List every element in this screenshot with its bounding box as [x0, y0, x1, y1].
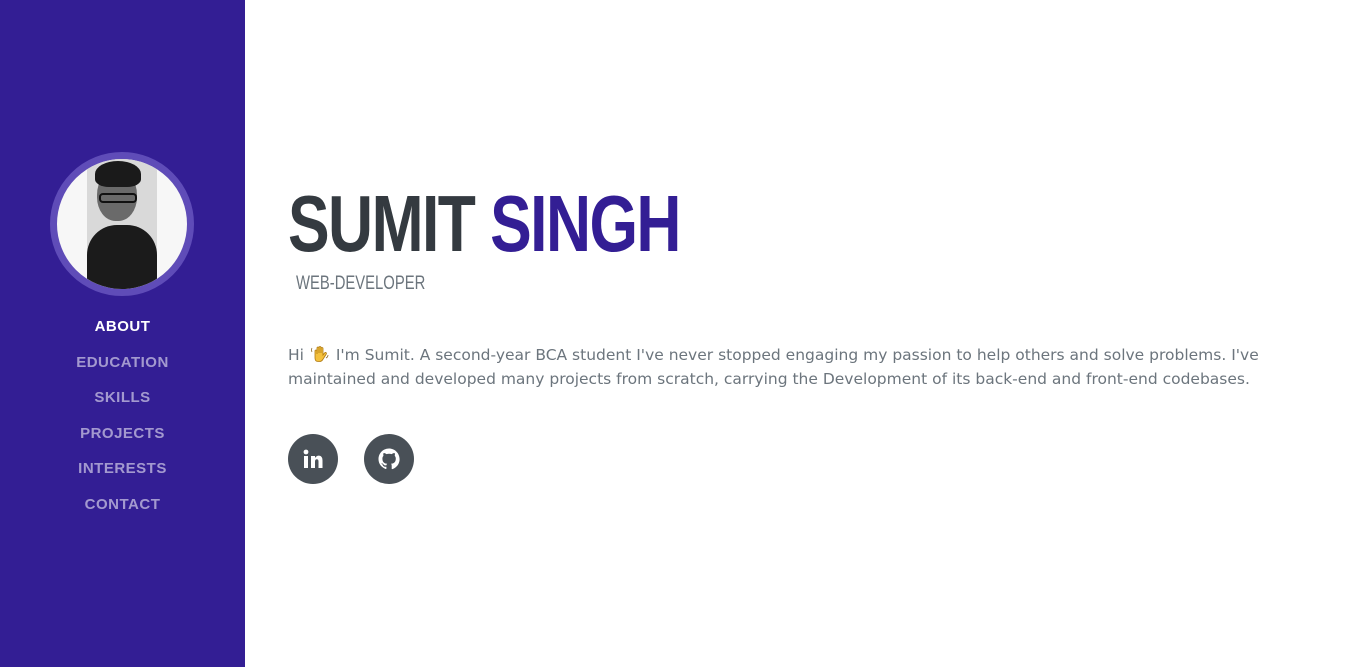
page-title: SUMIT SINGH: [288, 176, 681, 272]
nav-item-projects[interactable]: PROJECTS: [0, 420, 245, 456]
waving-hand-icon: [311, 345, 329, 363]
nav-item-skills[interactable]: SKILLS: [0, 384, 245, 420]
bio-greeting: Hi: [288, 346, 304, 364]
sidebar-nav: ABOUT EDUCATION SKILLS PROJECTS INTEREST…: [0, 313, 245, 526]
linkedin-button[interactable]: [288, 434, 338, 484]
linkedin-icon: [303, 449, 323, 468]
nav-item-about[interactable]: ABOUT: [0, 313, 245, 349]
sidebar: ABOUT EDUCATION SKILLS PROJECTS INTEREST…: [0, 0, 245, 667]
last-name: SINGH: [490, 179, 681, 268]
avatar[interactable]: [50, 152, 194, 296]
bio-text: Hi I'm Sumit. A second-year BCA student …: [288, 343, 1268, 391]
subheading: WEB-DEVELOPER: [296, 273, 426, 294]
nav-item-interests[interactable]: INTERESTS: [0, 455, 245, 491]
github-icon: [378, 448, 400, 470]
social-links: [288, 434, 414, 484]
bio-body: I'm Sumit. A second-year BCA student I'v…: [288, 346, 1259, 388]
nav-item-education[interactable]: EDUCATION: [0, 349, 245, 385]
first-name: SUMIT: [288, 179, 476, 268]
nav-item-contact[interactable]: CONTACT: [0, 491, 245, 527]
github-button[interactable]: [364, 434, 414, 484]
profile-photo: [87, 159, 157, 289]
